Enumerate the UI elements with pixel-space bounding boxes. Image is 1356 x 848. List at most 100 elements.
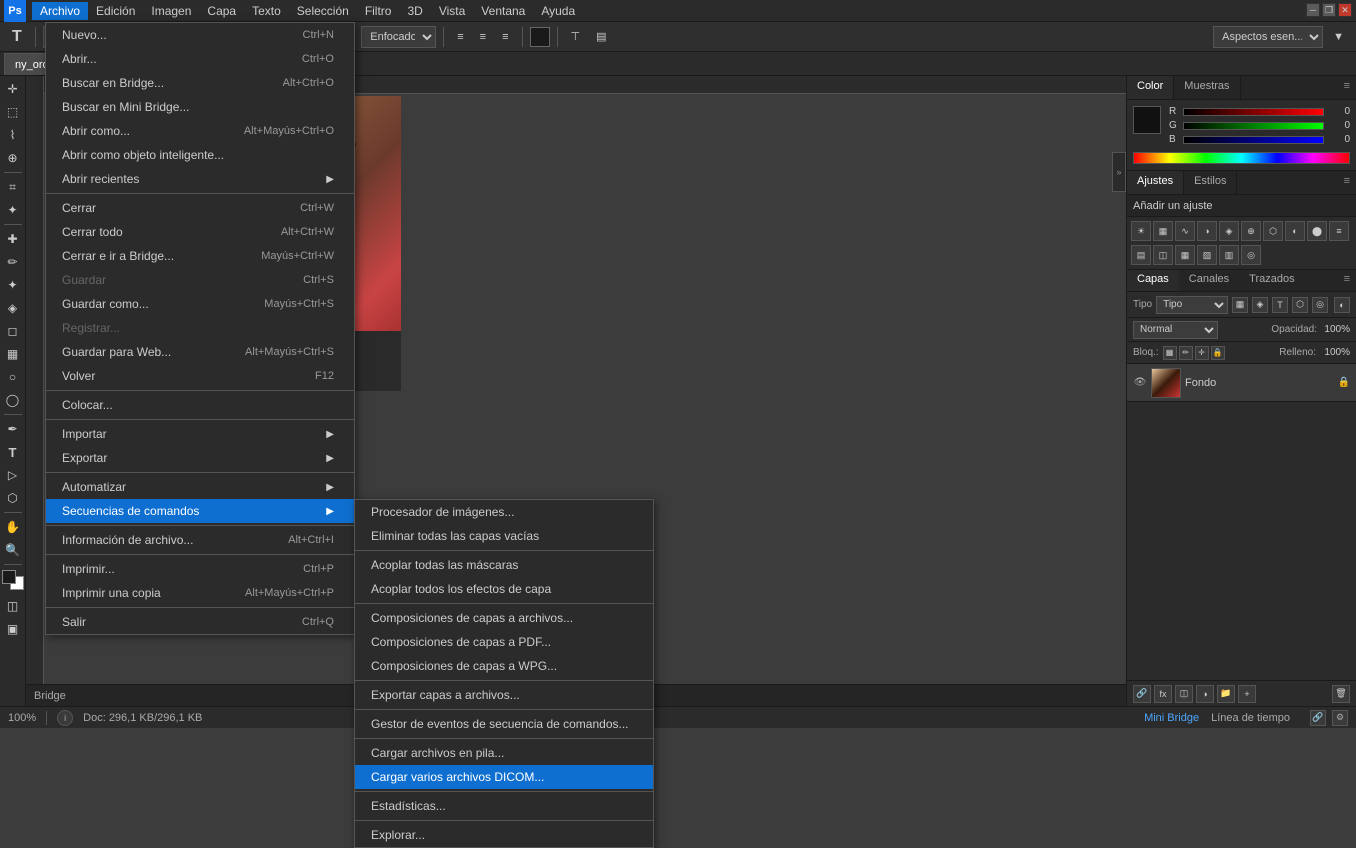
tab-trazados[interactable]: Trazados — [1239, 270, 1304, 291]
align-right-btn[interactable]: ≡ — [496, 26, 514, 48]
status-btn-2[interactable]: ⚙ — [1332, 710, 1348, 726]
submenu-gestor-eventos[interactable]: Gestor de eventos de secuencia de comand… — [355, 712, 653, 736]
submenu-procesador[interactable]: Procesador de imágenes... — [355, 500, 653, 524]
align-center-btn[interactable]: ≡ — [474, 26, 492, 48]
menu-cerrar-todo[interactable]: Cerrar todo Alt+Ctrl+W — [46, 220, 354, 244]
menu-buscar-mini-bridge[interactable]: Buscar en Mini Bridge... — [46, 95, 354, 119]
tab-ajustes[interactable]: Ajustes — [1127, 171, 1184, 194]
minimize-button[interactable]: ─ — [1306, 3, 1320, 17]
submenu-cargar-dicom[interactable]: Cargar varios archivos DICOM... — [355, 765, 653, 789]
workspace-select[interactable]: Aspectos esen... — [1213, 26, 1323, 48]
gradient-map-adj[interactable]: ▥ — [1219, 245, 1239, 265]
menu-automatizar[interactable]: Automatizar ▶ — [46, 475, 354, 499]
layer-type-filter[interactable]: Tipo — [1156, 296, 1228, 314]
color-spectrum[interactable] — [1133, 152, 1350, 164]
channel-mixer-adj[interactable]: ≡ — [1329, 221, 1349, 241]
color-preview-swatch[interactable] — [1133, 106, 1161, 134]
submenu-exportar-capas[interactable]: Exportar capas a archivos... — [355, 683, 653, 707]
photo-filter-adj[interactable]: ⬤ — [1307, 221, 1327, 241]
hue-sat-adj[interactable]: ⊕ — [1241, 221, 1261, 241]
lock-all-btn[interactable]: 🔒 — [1211, 346, 1225, 360]
panel-collapse-button[interactable]: » — [1112, 152, 1126, 192]
menu-nuevo[interactable]: Nuevo... Ctrl+N — [46, 23, 354, 47]
menu-volver[interactable]: Volver F12 — [46, 364, 354, 388]
menu-seleccion[interactable]: Selección — [289, 2, 357, 20]
menu-guardar-como[interactable]: Guardar como... Mayús+Ctrl+S — [46, 292, 354, 316]
move-tool[interactable]: ✛ — [2, 78, 24, 100]
color-balance-adj[interactable]: ⬡ — [1263, 221, 1283, 241]
menu-imprimir-copia[interactable]: Imprimir una copia Alt+Mayús+Ctrl+P — [46, 581, 354, 605]
eraser-tool[interactable]: ◻ — [2, 320, 24, 342]
menu-registrar[interactable]: Registrar... — [46, 316, 354, 340]
tab-color[interactable]: Color — [1127, 76, 1174, 99]
threshold-adj[interactable]: ▨ — [1197, 245, 1217, 265]
menu-archivo[interactable]: Archivo — [32, 2, 88, 20]
submenu-comp-wpg[interactable]: Composiciones de capas a WPG... — [355, 654, 653, 678]
menu-filtro[interactable]: Filtro — [357, 2, 400, 20]
bw-adj[interactable]: ◐ — [1285, 221, 1305, 241]
new-group-btn[interactable]: 📁 — [1217, 685, 1235, 703]
exposure-adj[interactable]: ◑ — [1197, 221, 1217, 241]
tab-estilos[interactable]: Estilos — [1184, 171, 1237, 194]
submenu-comp-pdf[interactable]: Composiciones de capas a PDF... — [355, 630, 653, 654]
blur-tool[interactable]: ○ — [2, 366, 24, 388]
lock-transparent-btn[interactable]: ▦ — [1163, 346, 1177, 360]
filter-adj-btn[interactable]: ◈ — [1252, 297, 1268, 313]
menu-salir[interactable]: Salir Ctrl+Q — [46, 610, 354, 634]
clone-tool[interactable]: ✦ — [2, 274, 24, 296]
tab-capas[interactable]: Capas — [1127, 270, 1179, 291]
menu-cerrar[interactable]: Cerrar Ctrl+W — [46, 196, 354, 220]
color-lookup-adj[interactable]: ▤ — [1131, 245, 1151, 265]
lasso-tool[interactable]: ⌇ — [2, 124, 24, 146]
align-left-btn[interactable]: ≡ — [451, 26, 469, 48]
layers-panel-menu[interactable]: ≡ — [1338, 270, 1356, 291]
menu-exportar[interactable]: Exportar ▶ — [46, 446, 354, 470]
menu-vista[interactable]: Vista — [431, 2, 473, 20]
menu-ayuda[interactable]: Ayuda — [533, 2, 583, 20]
submenu-estadisticas[interactable]: Estadísticas... — [355, 794, 653, 818]
fg-bg-colors[interactable] — [2, 570, 24, 590]
shape-tool[interactable]: ⬡ — [2, 487, 24, 509]
filter-shape-btn[interactable]: ⬡ — [1292, 297, 1308, 313]
brightness-contrast-adj[interactable]: ☀ — [1131, 221, 1151, 241]
tab-canales[interactable]: Canales — [1179, 270, 1239, 291]
menu-abrir-como[interactable]: Abrir como... Alt+Mayús+Ctrl+O — [46, 119, 354, 143]
warp-text-btn[interactable]: ⊤ — [565, 26, 587, 48]
menu-cerrar-ir-bridge[interactable]: Cerrar e ir a Bridge... Mayús+Ctrl+W — [46, 244, 354, 268]
menu-3d[interactable]: 3D — [399, 2, 430, 20]
add-mask-btn[interactable]: ◫ — [1175, 685, 1193, 703]
text-color-swatch[interactable] — [530, 27, 550, 47]
marquee-tool[interactable]: ⬚ — [2, 101, 24, 123]
eyedropper-tool[interactable]: ✦ — [2, 199, 24, 221]
menu-guardar-web[interactable]: Guardar para Web... Alt+Mayús+Ctrl+S — [46, 340, 354, 364]
menu-colocar[interactable]: Colocar... — [46, 393, 354, 417]
menu-imagen[interactable]: Imagen — [143, 2, 199, 20]
menu-capa[interactable]: Capa — [199, 2, 244, 20]
link-layers-btn[interactable]: 🔗 — [1133, 685, 1151, 703]
dodge-tool[interactable]: ◯ — [2, 389, 24, 411]
char-para-btn[interactable]: ▤ — [590, 26, 612, 48]
close-button[interactable]: ✕ — [1338, 3, 1352, 17]
new-adj-layer-btn[interactable]: ◑ — [1196, 685, 1214, 703]
menu-imprimir[interactable]: Imprimir... Ctrl+P — [46, 557, 354, 581]
layer-fondo[interactable]: 👁 Fondo 🔒 — [1127, 364, 1356, 402]
menu-abrir[interactable]: Abrir... Ctrl+O — [46, 47, 354, 71]
menu-importar[interactable]: Importar ▶ — [46, 422, 354, 446]
pen-tool[interactable]: ✒ — [2, 418, 24, 440]
filter-pixel-btn[interactable]: ▦ — [1232, 297, 1248, 313]
menu-abrir-objeto-inteligente[interactable]: Abrir como objeto inteligente... — [46, 143, 354, 167]
restore-button[interactable]: ❐ — [1322, 3, 1336, 17]
submenu-eliminar-capas[interactable]: Eliminar todas las capas vacías — [355, 524, 653, 548]
submenu-acoplar-efectos[interactable]: Acoplar todos los efectos de capa — [355, 577, 653, 601]
menu-abrir-recientes[interactable]: Abrir recientes ▶ — [46, 167, 354, 191]
new-layer-btn[interactable]: + — [1238, 685, 1256, 703]
healing-tool[interactable]: ✚ — [2, 228, 24, 250]
invert-adj[interactable]: ◫ — [1153, 245, 1173, 265]
brush-tool[interactable]: ✏ — [2, 251, 24, 273]
blend-mode-select[interactable]: Normal — [1133, 321, 1218, 339]
path-select-tool[interactable]: ▷ — [2, 464, 24, 486]
delete-layer-btn[interactable]: 🗑 — [1332, 685, 1350, 703]
red-slider[interactable] — [1183, 108, 1324, 116]
status-btn-1[interactable]: 🔗 — [1310, 710, 1326, 726]
hand-tool[interactable]: ✋ — [2, 516, 24, 538]
